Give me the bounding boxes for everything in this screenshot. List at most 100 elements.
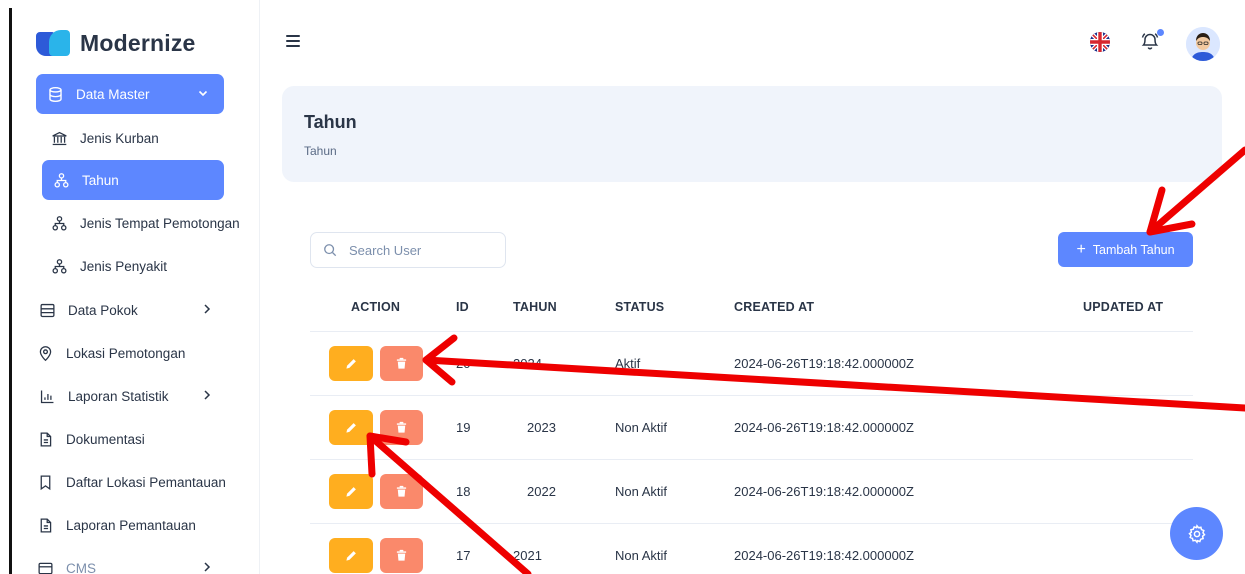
sidebar-item-laporan-statistik[interactable]: Laporan Statistik bbox=[38, 376, 228, 416]
database-icon bbox=[46, 85, 64, 103]
search-icon bbox=[324, 244, 337, 257]
map-pin-icon bbox=[36, 344, 54, 362]
delete-button[interactable] bbox=[380, 346, 423, 381]
cell-created-at: 2024-06-26T19:18:42.000000Z bbox=[734, 356, 914, 371]
sidebar-item-label: Lokasi Pemotongan bbox=[66, 345, 186, 361]
sidebar-item-daftar-lokasi-pemantauan[interactable]: Daftar Lokasi Pemantauan bbox=[36, 462, 258, 502]
chevron-right-icon bbox=[204, 390, 211, 400]
file-text-icon bbox=[36, 430, 54, 448]
search-input[interactable] bbox=[349, 242, 489, 258]
sidebar-item-label: Laporan Statistik bbox=[68, 388, 169, 404]
add-tahun-label: Tambah Tahun bbox=[1092, 242, 1175, 257]
breadcrumb-card: Tahun Tahun bbox=[282, 86, 1222, 182]
column-header-tahun: TAHUN bbox=[513, 300, 557, 314]
sidebar-item-label: Tahun bbox=[82, 172, 119, 188]
sidebar-item-label: Data Pokok bbox=[68, 302, 138, 318]
menu-toggle-icon[interactable] bbox=[286, 35, 300, 47]
cell-tahun: 2022 bbox=[527, 484, 556, 499]
pencil-icon bbox=[345, 423, 356, 433]
trash-icon bbox=[396, 549, 407, 561]
sidebar-item-label: Data Master bbox=[76, 86, 150, 102]
hierarchy-icon bbox=[52, 171, 70, 189]
bookmark-icon bbox=[36, 473, 54, 491]
cell-created-at: 2024-06-26T19:18:42.000000Z bbox=[734, 420, 914, 435]
cell-status: Aktif bbox=[615, 356, 641, 371]
chevron-right-icon bbox=[204, 304, 211, 314]
pencil-icon bbox=[345, 551, 356, 561]
sidebar-item-label: Dokumentasi bbox=[66, 431, 145, 447]
delete-button[interactable] bbox=[380, 538, 423, 573]
sidebar-item-cms[interactable]: CMS bbox=[36, 548, 228, 574]
sidebar-item-label: Laporan Pemantauan bbox=[66, 517, 196, 533]
cell-tahun: 2023 bbox=[527, 420, 556, 435]
sidebar-item-data-pokok[interactable]: Data Pokok bbox=[38, 290, 228, 330]
column-header-id: ID bbox=[456, 300, 469, 314]
cell-id: 20 bbox=[456, 356, 471, 371]
breadcrumb[interactable]: Tahun bbox=[304, 144, 337, 158]
table-divider bbox=[310, 459, 1193, 460]
bar-chart-icon bbox=[38, 387, 56, 405]
notification-dot bbox=[1157, 29, 1164, 36]
sidebar-item-label: Jenis Kurban bbox=[80, 130, 159, 146]
sidebar-item-label: Jenis Tempat Pemotongan bbox=[80, 215, 240, 231]
sidebar-item-label: CMS bbox=[66, 560, 96, 574]
cell-id: 18 bbox=[456, 484, 471, 499]
sidebar-item-label: Daftar Lokasi Pemantauan bbox=[66, 474, 226, 490]
cell-status: Non Aktif bbox=[615, 484, 668, 499]
sidebar-item-jenis-penyakit[interactable]: Jenis Penyakit bbox=[50, 246, 230, 286]
pencil-icon bbox=[345, 359, 356, 369]
language-flag-icon[interactable] bbox=[1090, 32, 1110, 52]
gear-icon bbox=[1187, 523, 1206, 544]
sidebar-item-tahun[interactable]: Tahun bbox=[42, 160, 224, 200]
page-title: Tahun bbox=[304, 112, 357, 132]
cell-tahun: 2021 bbox=[513, 548, 542, 563]
column-header-created-at: CREATED AT bbox=[734, 300, 815, 314]
delete-button[interactable] bbox=[380, 410, 423, 445]
user-avatar[interactable] bbox=[1186, 27, 1220, 61]
table-icon bbox=[38, 301, 56, 319]
cms-icon bbox=[36, 559, 54, 574]
hierarchy-icon bbox=[50, 257, 68, 275]
column-header-action: ACTION bbox=[351, 300, 401, 314]
edit-button[interactable] bbox=[329, 410, 373, 445]
brand[interactable]: Modernize bbox=[36, 28, 196, 58]
chevron-down-icon bbox=[198, 90, 208, 97]
sidebar-item-dokumentasi[interactable]: Dokumentasi bbox=[36, 419, 236, 459]
brand-name: Modernize bbox=[80, 29, 196, 56]
edit-button[interactable] bbox=[329, 538, 373, 573]
trash-icon bbox=[396, 421, 407, 433]
sidebar-item-jenis-kurban[interactable]: Jenis Kurban bbox=[50, 118, 230, 158]
pencil-icon bbox=[345, 487, 356, 497]
file-text-icon bbox=[36, 516, 54, 534]
chevron-right-icon bbox=[204, 562, 211, 572]
edit-button[interactable] bbox=[329, 474, 373, 509]
table-divider bbox=[310, 523, 1193, 524]
sidebar-item-lokasi-pemotongan[interactable]: Lokasi Pemotongan bbox=[36, 333, 236, 373]
column-header-status: STATUS bbox=[615, 300, 665, 314]
trash-icon bbox=[396, 357, 407, 369]
hierarchy-icon bbox=[50, 214, 68, 232]
brand-logo-icon bbox=[36, 30, 70, 56]
trash-icon bbox=[396, 485, 407, 497]
sidebar-item-label: Jenis Penyakit bbox=[80, 258, 168, 274]
cell-id: 17 bbox=[456, 548, 471, 563]
table-divider bbox=[310, 395, 1193, 396]
column-header-updated-at: UPDATED AT bbox=[1083, 300, 1164, 314]
table-divider bbox=[310, 331, 1193, 332]
cell-id: 19 bbox=[456, 420, 471, 435]
settings-fab[interactable] bbox=[1170, 507, 1223, 560]
cell-created-at: 2024-06-26T19:18:42.000000Z bbox=[734, 484, 914, 499]
sidebar-item-jenis-tempat-pemotongan[interactable]: Jenis Tempat Pemotongan bbox=[50, 203, 259, 243]
add-tahun-button[interactable]: + Tambah Tahun bbox=[1058, 232, 1193, 267]
bank-icon bbox=[50, 129, 68, 147]
sidebar-item-data-master[interactable]: Data Master bbox=[36, 74, 224, 114]
sidebar-item-laporan-pemantauan[interactable]: Laporan Pemantauan bbox=[36, 505, 246, 545]
cell-tahun: 2024 bbox=[513, 356, 542, 371]
cell-created-at: 2024-06-26T19:18:42.000000Z bbox=[734, 548, 914, 563]
plus-icon: + bbox=[1076, 240, 1086, 258]
sidebar: Modernize Data Master Jenis Kurban Tahun… bbox=[12, 0, 260, 574]
cell-status: Non Aktif bbox=[615, 420, 668, 435]
edit-button[interactable] bbox=[329, 346, 373, 381]
delete-button[interactable] bbox=[380, 474, 423, 509]
search-box[interactable] bbox=[310, 232, 506, 268]
